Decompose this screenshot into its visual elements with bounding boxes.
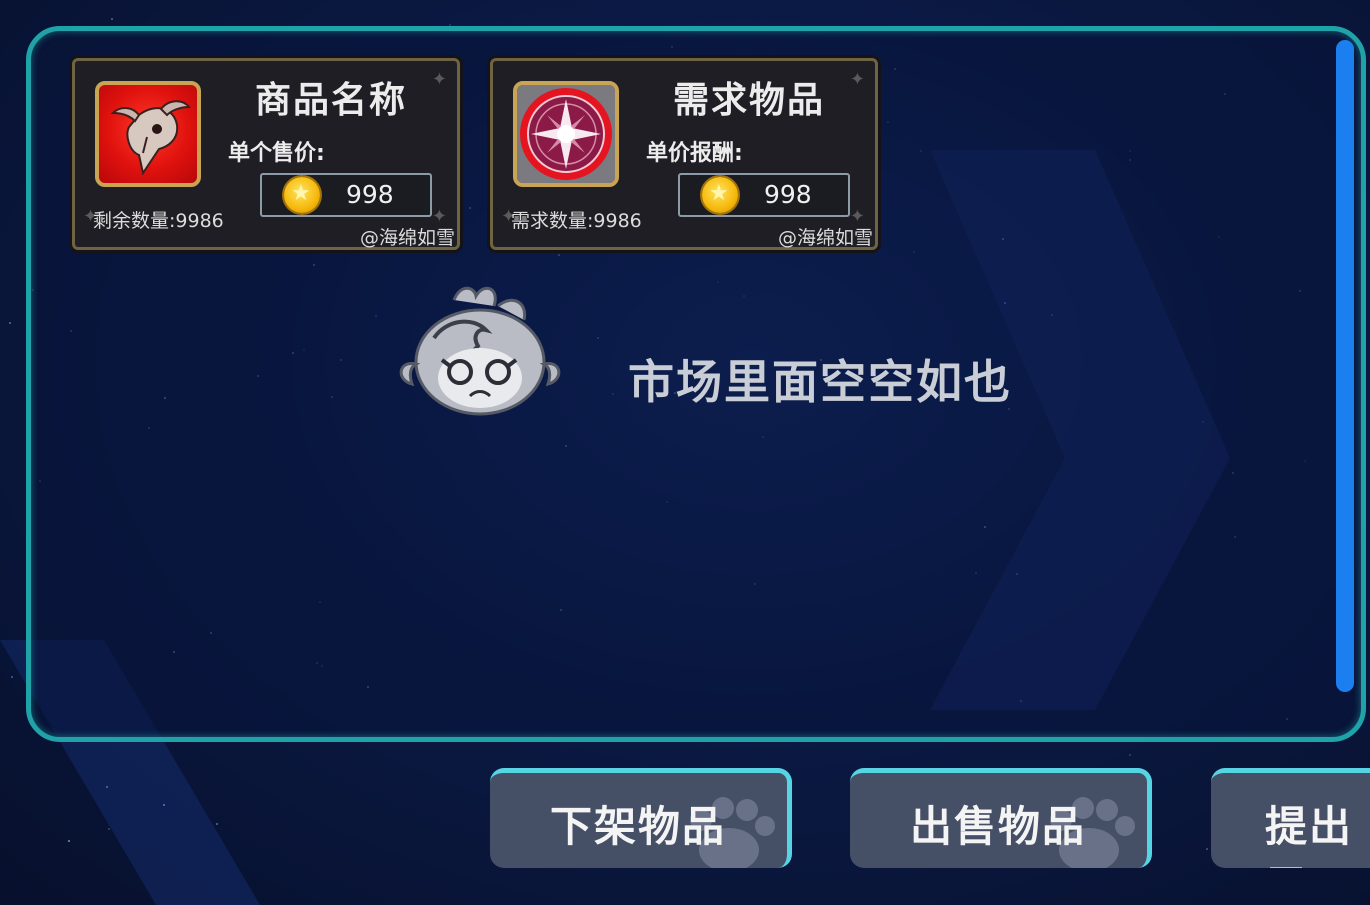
- author-credit: @海绵如雪: [359, 227, 455, 249]
- empty-market-message: 市场里面空空如也: [628, 355, 1012, 409]
- background-star: [11, 676, 13, 678]
- delist-item-button[interactable]: 下架物品: [490, 768, 792, 868]
- price-box: ★ 998: [678, 173, 850, 217]
- item-title: 需求物品: [673, 80, 826, 121]
- price-value: 998: [764, 180, 812, 209]
- price-label: 单个售价:: [228, 141, 325, 166]
- price-label: 单价报酬:: [646, 141, 743, 166]
- button-label: 出售物品: [910, 802, 1087, 851]
- item-title: 商品名称: [255, 80, 408, 121]
- background-star: [163, 804, 165, 806]
- background-star: [1129, 754, 1131, 756]
- market-item-card-sell[interactable]: ✦ ✦ ✦ 商品名称 单个售价: ★ 998 剩余数量:9986 @海绵如雪: [72, 58, 460, 250]
- background-star: [216, 823, 218, 825]
- compass-emblem-icon: [513, 81, 619, 187]
- coin-icon: ★: [284, 177, 320, 213]
- market-item-card-request[interactable]: ✦ ✦ ✦ 需求物品 单价报酬: ★ 998 需求数量:9986 @海绵如雪: [490, 58, 878, 250]
- coin-icon: ★: [702, 177, 738, 213]
- background-star: [68, 840, 70, 842]
- button-label: 下架物品: [550, 802, 727, 851]
- skull-icon: [95, 81, 201, 187]
- background-star: [106, 786, 108, 788]
- background-star: [111, 18, 113, 20]
- price-box: ★ 998: [260, 173, 432, 217]
- corner-ornament: ✦: [849, 69, 865, 90]
- quantity-text: 剩余数量:9986: [93, 210, 224, 232]
- scrollbar[interactable]: [1336, 40, 1354, 692]
- corner-ornament: ✦: [431, 69, 447, 90]
- sell-item-button[interactable]: 出售物品: [850, 768, 1152, 868]
- background-star: [1206, 848, 1208, 850]
- price-value: 998: [346, 180, 394, 209]
- background-star: [9, 322, 11, 324]
- background-star: [108, 828, 110, 830]
- empty-state-mascot-icon: [394, 280, 566, 420]
- author-credit: @海绵如雪: [777, 227, 873, 249]
- submit-request-button[interactable]: 提出需: [1211, 768, 1370, 868]
- button-label: 提出需: [1265, 802, 1354, 868]
- quantity-text: 需求数量:9986: [511, 210, 642, 232]
